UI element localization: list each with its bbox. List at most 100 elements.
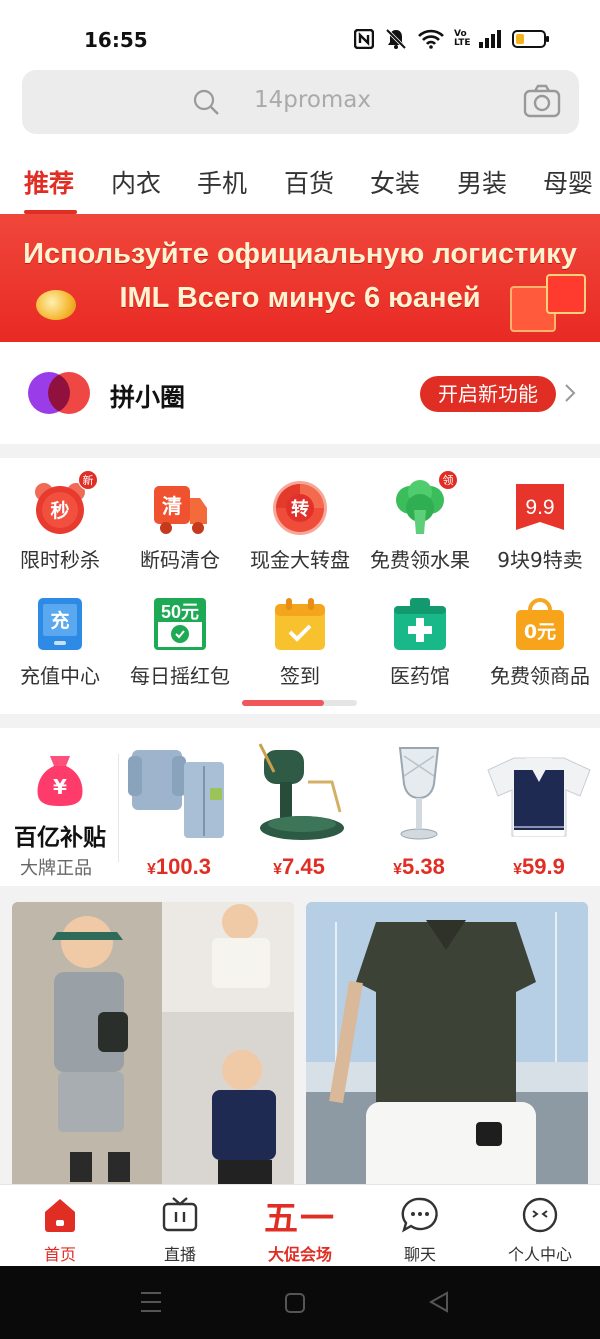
- product-image-school-vest-shirt: [484, 742, 594, 844]
- tv-icon: [120, 1195, 240, 1235]
- product-price: ¥100.3: [147, 854, 211, 879]
- tab-baby[interactable]: 母婴: [543, 164, 593, 200]
- broccoli-icon: 领: [392, 470, 458, 536]
- nav-promo[interactable]: 五一 大促会场: [240, 1195, 360, 1265]
- grid-item-clearance[interactable]: 清 断码清仓: [120, 480, 240, 573]
- nav-label: 首页: [43, 1245, 76, 1264]
- claim-badge: 领: [438, 470, 458, 490]
- nav-label: 大促会场: [267, 1245, 332, 1264]
- search-bar-container: 14promax: [0, 60, 600, 150]
- profile-icon: [480, 1195, 600, 1235]
- product-feed: [0, 888, 600, 1202]
- search-icon: [192, 88, 220, 120]
- divider: [118, 754, 119, 862]
- subsidy-subtitle: 大牌正品: [20, 858, 92, 879]
- money-bag-icon: ¥: [34, 752, 86, 808]
- red-packet-icon: 50元: [152, 596, 208, 652]
- grid-item-label: 每日摇红包: [130, 664, 230, 688]
- feed-card[interactable]: [306, 902, 588, 1202]
- grid-item-flash-sale[interactable]: 秒 新 限时秒杀: [0, 470, 120, 573]
- nav-label: 直播: [163, 1245, 196, 1264]
- product-image-crystal-goblet: [364, 742, 474, 844]
- svg-text:转: 转: [291, 498, 309, 520]
- menu-icon[interactable]: [140, 1290, 162, 1318]
- grid-item-label: 免费领水果: [370, 548, 470, 572]
- chevron-right-icon[interactable]: [563, 382, 577, 408]
- status-icons: Vo LTE: [354, 28, 550, 50]
- tab-phones[interactable]: 手机: [197, 164, 247, 200]
- pinxiaoquan-title: 拼小圈: [110, 383, 186, 412]
- grid-item-label: 医药馆: [390, 664, 450, 688]
- grid-item-cash-wheel[interactable]: 转 现金大转盘: [240, 480, 360, 573]
- pinxiaoquan-logo-icon: [48, 372, 90, 414]
- search-input[interactable]: 14promax: [22, 70, 579, 134]
- svg-text:0元: 0元: [524, 621, 556, 643]
- nav-label: 个人中心: [507, 1245, 572, 1264]
- new-badge: 新: [78, 470, 98, 490]
- product-image-mens-polo-photo: [306, 902, 588, 1202]
- subsidy-section[interactable]: ¥ 百亿补贴 大牌正品 ¥100.3 ¥7.45 ¥5.38 ¥59.9: [0, 728, 600, 886]
- system-navigation-bar: [0, 1266, 600, 1339]
- volte-icon: Vo LTE: [454, 29, 471, 48]
- shopping-bag-icon: 0元: [512, 596, 568, 652]
- price-tag-icon: 9.9: [512, 480, 568, 536]
- tab-general-goods[interactable]: 百货: [284, 164, 334, 200]
- grid-item-checkin[interactable]: 签到: [240, 596, 360, 689]
- grid-item-label: 签到: [280, 664, 320, 688]
- subsidy-product[interactable]: ¥100.3: [124, 742, 234, 880]
- subsidy-title: 百亿补贴: [14, 825, 106, 851]
- subsidy-product[interactable]: ¥7.45: [244, 742, 354, 880]
- medicine-kit-icon: [392, 596, 448, 652]
- feed-card[interactable]: [12, 902, 294, 1202]
- product-price: ¥5.38: [393, 854, 445, 879]
- tab-womens[interactable]: 女装: [370, 164, 420, 200]
- product-price: ¥59.9: [513, 854, 565, 879]
- product-image-fruit-peeler: [244, 742, 354, 844]
- nav-chat[interactable]: 聊天: [360, 1195, 480, 1265]
- camera-icon[interactable]: [523, 84, 561, 122]
- nav-profile[interactable]: 个人中心: [480, 1195, 600, 1265]
- grid-item-label: 免费领商品: [490, 664, 590, 688]
- phone-topup-icon: 充: [32, 596, 88, 652]
- chat-icon: [360, 1195, 480, 1235]
- logistics-banner[interactable]: Используйте официальную логистику IML Вс…: [0, 214, 600, 342]
- svg-text:50元: 50元: [161, 602, 199, 622]
- subsidy-product[interactable]: ¥5.38: [364, 742, 474, 880]
- nav-label: 聊天: [403, 1245, 436, 1264]
- svg-text:9.9: 9.9: [525, 496, 554, 519]
- banner-line-2: IML Всего минус 6 юаней: [119, 282, 481, 314]
- tab-recommend[interactable]: 推荐: [24, 164, 74, 200]
- grid-item-red-packet[interactable]: 50元 每日摇红包: [120, 596, 240, 689]
- grid-item-label: 9块9特卖: [497, 548, 583, 572]
- enable-feature-button[interactable]: 开启新功能: [420, 376, 556, 412]
- svg-text:充: 充: [50, 609, 69, 632]
- tab-mens[interactable]: 男装: [457, 164, 507, 200]
- wifi-icon: [418, 28, 444, 50]
- nav-live[interactable]: 直播: [120, 1195, 240, 1265]
- wheel-icon: 转: [272, 480, 328, 536]
- truck-icon: 清: [152, 480, 208, 536]
- home-square-icon[interactable]: [284, 1292, 306, 1318]
- grid-item-topup[interactable]: 充 充值中心: [0, 596, 120, 689]
- nav-home[interactable]: 首页: [0, 1195, 120, 1265]
- feature-grid: 秒 新 限时秒杀 清 断码清仓 转 现金大转盘 领 免费领水果 9.9 9块9特…: [0, 458, 600, 714]
- grid-item-free-goods[interactable]: 0元 免费领商品: [480, 596, 600, 689]
- product-price: ¥7.45: [273, 854, 325, 879]
- mute-icon: [384, 28, 408, 50]
- grid-scroll-thumb: [242, 700, 324, 706]
- svg-text:秒: 秒: [50, 499, 69, 522]
- grid-item-free-fruit[interactable]: 领 免费领水果: [360, 470, 480, 573]
- product-image-kids-fashion-photo: [12, 902, 294, 1202]
- grid-item-9-9-sale[interactable]: 9.9 9块9特卖: [480, 480, 600, 573]
- grid-item-label: 限时秒杀: [20, 548, 100, 572]
- promo-badge: 五一: [240, 1195, 360, 1239]
- back-icon[interactable]: [428, 1291, 450, 1317]
- grid-item-pharmacy[interactable]: 医药馆: [360, 596, 480, 689]
- subsidy-product[interactable]: ¥59.9: [484, 742, 594, 880]
- pinxiaoquan-row[interactable]: 拼小圈 开启新功能: [0, 342, 600, 444]
- promo-badge-text: 五一: [264, 1198, 336, 1239]
- alarm-clock-icon: 秒 新: [32, 470, 98, 536]
- grid-item-label: 充值中心: [20, 664, 100, 688]
- tab-underwear[interactable]: 内衣: [111, 164, 161, 200]
- status-time: 16:55: [84, 28, 148, 52]
